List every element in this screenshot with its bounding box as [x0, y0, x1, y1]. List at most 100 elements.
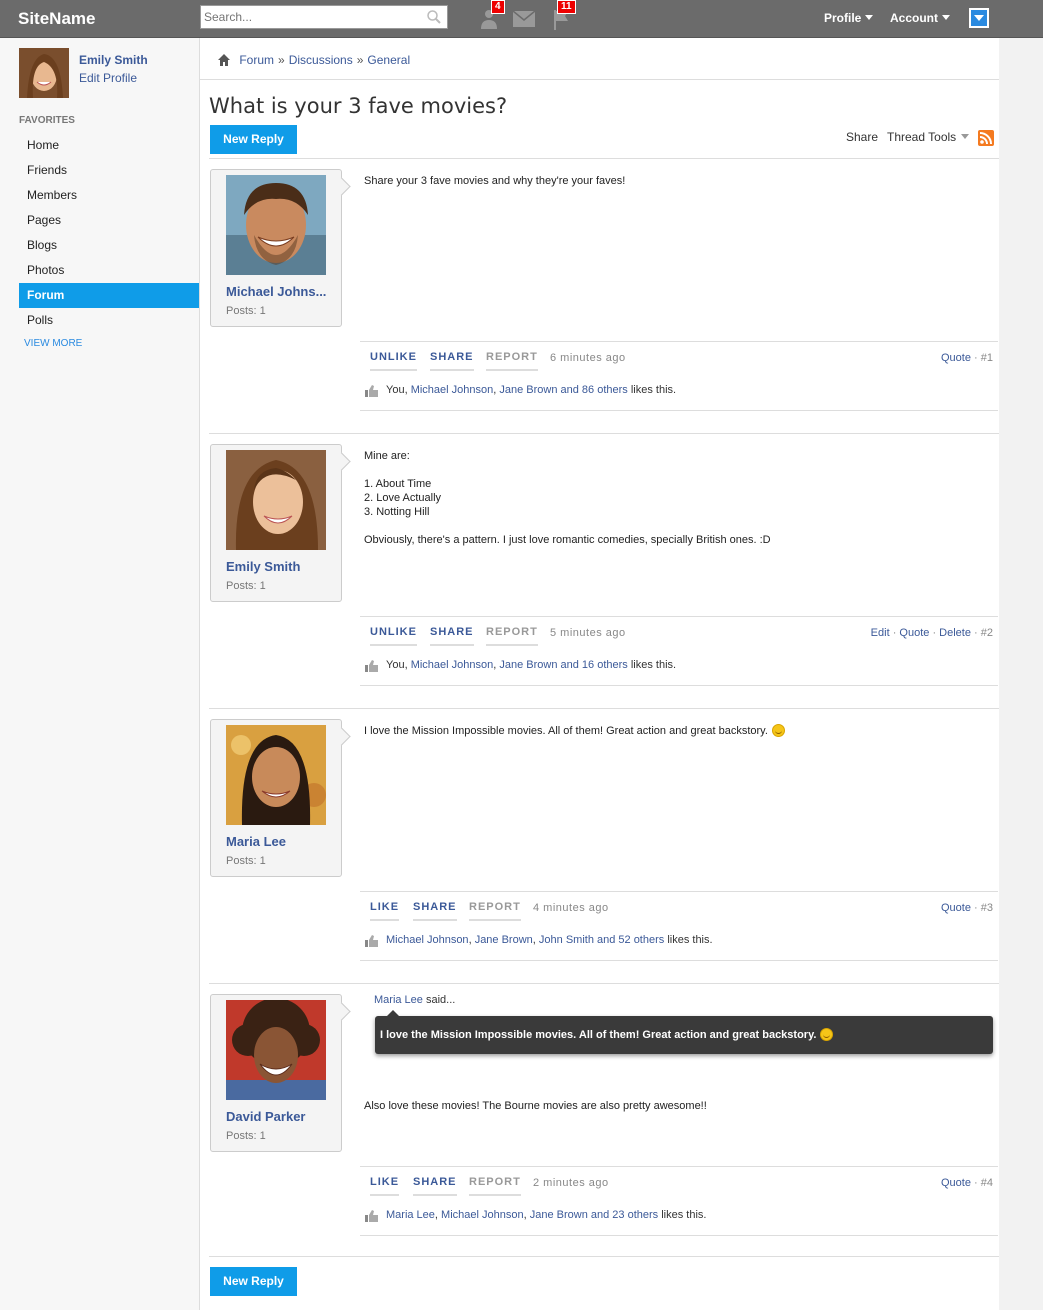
like-button[interactable]: LIKE: [370, 1176, 400, 1196]
post-number[interactable]: #4: [981, 1177, 993, 1189]
forum-post-4: David Parker Posts: 1 Maria Lee said... …: [209, 983, 999, 1245]
account-menu[interactable]: Account: [890, 11, 950, 25]
unlike-button[interactable]: UNLIKE: [370, 626, 417, 646]
likers-more-link[interactable]: John Smith and 52 others: [539, 934, 664, 946]
post-body: Share your 3 fave movies and why they're…: [364, 174, 984, 202]
likes-suffix: likes this.: [664, 934, 713, 946]
sidebar-item-photos[interactable]: Photos: [19, 258, 199, 283]
liker-link[interactable]: Michael Johnson: [386, 934, 469, 946]
current-user-name[interactable]: Emily Smith: [79, 53, 148, 67]
quoted-message: I love the Mission Impossible movies. Al…: [375, 1010, 993, 1054]
friend-requests-badge: 4: [491, 0, 505, 14]
breadcrumb-discussions[interactable]: Discussions: [289, 53, 353, 67]
breadcrumb-forum[interactable]: Forum: [239, 53, 274, 67]
quote-link[interactable]: Quote: [941, 352, 971, 364]
sidebar-item-polls[interactable]: Polls: [19, 308, 199, 333]
post-tools: Edit · Quote · Delete · #2: [870, 627, 993, 639]
post-number[interactable]: #1: [981, 352, 993, 364]
view-more-link[interactable]: VIEW MORE: [24, 338, 82, 349]
liker-link[interactable]: Michael Johnson: [441, 1209, 524, 1221]
edit-link[interactable]: Edit: [871, 627, 890, 639]
page-title: What is your 3 fave movies?: [209, 94, 508, 118]
share-button[interactable]: SHARE: [413, 901, 457, 921]
like-button[interactable]: LIKE: [370, 901, 400, 921]
liker-link[interactable]: Maria Lee: [386, 1209, 435, 1221]
messages-icon[interactable]: [512, 10, 536, 30]
profile-menu[interactable]: Profile: [824, 11, 874, 25]
delete-link[interactable]: Delete: [939, 627, 971, 639]
dropdown-toggle-button[interactable]: [969, 8, 989, 28]
share-button[interactable]: SHARE: [413, 1176, 457, 1196]
sidebar-item-pages[interactable]: Pages: [19, 208, 199, 233]
author-name[interactable]: Emily Smith: [226, 559, 331, 574]
thumbs-up-icon: [365, 385, 379, 400]
search-box[interactable]: [200, 5, 448, 29]
post-body: I love the Mission Impossible movies. Al…: [364, 724, 984, 752]
quote-said: said...: [422, 994, 456, 1006]
main-content: Forum» Discussions» General What is your 3…: [200, 38, 999, 1310]
report-button[interactable]: REPORT: [486, 626, 538, 646]
post-tools: Quote · #1: [941, 352, 993, 364]
author-name[interactable]: Michael Johns...: [226, 284, 331, 299]
search-icon[interactable]: [426, 9, 442, 28]
author-post-count: Posts: 1: [226, 305, 266, 317]
post-timestamp: 2 minutes ago: [533, 1177, 609, 1189]
sidebar-item-blogs[interactable]: Blogs: [19, 233, 199, 258]
share-button[interactable]: SHARE: [430, 626, 474, 646]
author-avatar[interactable]: [226, 450, 326, 550]
author-name[interactable]: David Parker: [226, 1109, 331, 1124]
quote-link[interactable]: Quote: [899, 627, 929, 639]
thumbs-up-icon: [365, 1210, 379, 1225]
likers-more-link[interactable]: Jane Brown and 16 others: [499, 659, 627, 671]
unlike-button[interactable]: UNLIKE: [370, 351, 417, 371]
breadcrumb-separator: »: [356, 53, 364, 67]
liker-link[interactable]: Michael Johnson: [411, 659, 494, 671]
sidebar-item-friends[interactable]: Friends: [19, 158, 199, 183]
thread-tools-menu[interactable]: Thread Tools: [887, 130, 970, 144]
post-number[interactable]: #3: [981, 902, 993, 914]
liker-link[interactable]: Jane Brown: [475, 934, 533, 946]
likes-suffix: likes this.: [658, 1209, 707, 1221]
post-number[interactable]: #2: [981, 627, 993, 639]
author-avatar[interactable]: [226, 725, 326, 825]
rss-icon[interactable]: [978, 130, 994, 146]
sidebar-item-home[interactable]: Home: [19, 133, 199, 158]
author-avatar[interactable]: [226, 998, 326, 1100]
search-input[interactable]: [201, 6, 421, 28]
new-reply-button-bottom[interactable]: New Reply: [210, 1267, 297, 1296]
share-button[interactable]: SHARE: [430, 351, 474, 371]
post-tools: Quote · #4: [941, 1177, 993, 1189]
home-icon[interactable]: [218, 54, 230, 69]
new-reply-button[interactable]: New Reply: [210, 125, 297, 154]
author-post-count: Posts: 1: [226, 855, 266, 867]
quote-link[interactable]: Quote: [941, 1177, 971, 1189]
chevron-down-icon: [974, 15, 984, 21]
divider: [209, 1256, 999, 1257]
report-button[interactable]: REPORT: [486, 351, 538, 371]
author-name[interactable]: Maria Lee: [226, 834, 331, 849]
account-menu-label: Account: [890, 11, 938, 25]
top-navigation-bar: SiteName 4 11 Profile Account: [0, 0, 1043, 38]
notifications-badge: 11: [557, 0, 576, 14]
likers-more-link[interactable]: Jane Brown and 86 others: [499, 384, 627, 396]
breadcrumb-general[interactable]: General: [367, 53, 410, 67]
liker-link[interactable]: Michael Johnson: [411, 384, 494, 396]
edit-profile-link[interactable]: Edit Profile: [79, 71, 137, 85]
author-avatar[interactable]: [226, 175, 326, 275]
sidebar-item-members[interactable]: Members: [19, 183, 199, 208]
likes-summary: Michael Johnson, Jane Brown, John Smith …: [360, 931, 998, 961]
post-text: Mine are:: [364, 450, 410, 462]
report-button[interactable]: REPORT: [469, 1176, 521, 1196]
report-button[interactable]: REPORT: [469, 901, 521, 921]
sidebar-item-forum[interactable]: Forum: [19, 283, 199, 308]
avatar[interactable]: [19, 48, 69, 98]
quote-link[interactable]: Quote: [941, 902, 971, 914]
likes-you: You,: [386, 659, 411, 671]
share-thread-link[interactable]: Share: [846, 130, 878, 144]
likers-more-link[interactable]: Jane Brown and 23 others: [530, 1209, 658, 1221]
site-logo[interactable]: SiteName: [18, 9, 95, 29]
quoted-author-link[interactable]: Maria Lee: [374, 994, 423, 1006]
list-item: 1. About Time: [364, 478, 432, 490]
post-timestamp: 4 minutes ago: [533, 902, 609, 914]
thread-tools-label: Thread Tools: [887, 130, 957, 144]
